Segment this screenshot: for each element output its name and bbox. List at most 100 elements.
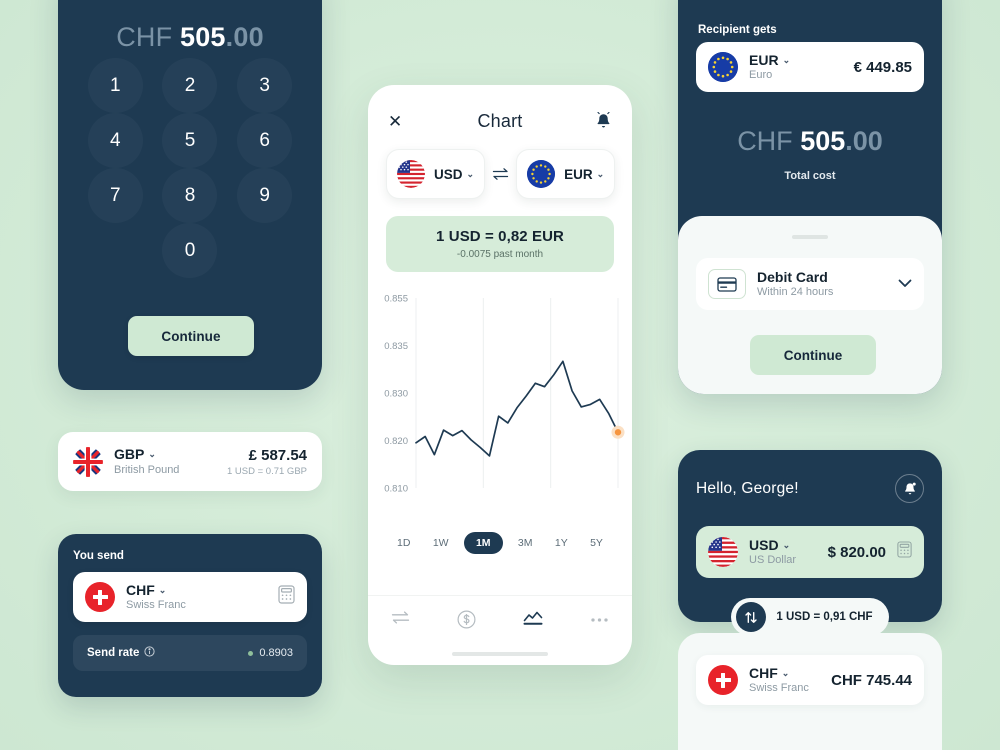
usd-code[interactable]: USD ⌄ bbox=[749, 537, 796, 554]
amount-integer: 505 bbox=[180, 22, 226, 52]
svg-text:0.830: 0.830 bbox=[384, 389, 408, 400]
keypad-key-9[interactable]: 9 bbox=[227, 168, 302, 223]
chf-code[interactable]: CHF ⌄ bbox=[126, 582, 186, 599]
chart-header: ✕ Chart bbox=[368, 95, 632, 147]
usa-flag-icon bbox=[708, 537, 738, 567]
send-rate-label-group: Send rate bbox=[87, 646, 156, 660]
from-code-label: USD bbox=[434, 166, 463, 182]
chevron-down-icon[interactable]: ⌄ bbox=[467, 169, 475, 180]
range-1y[interactable]: 1Y bbox=[548, 532, 575, 554]
keypad-key-5[interactable]: 5 bbox=[153, 113, 228, 168]
chf-currency-selector[interactable]: CHF ⌄ Swiss Franc bbox=[73, 572, 307, 622]
switzerland-flag-icon bbox=[708, 665, 738, 695]
swap-horizontal-icon[interactable] bbox=[492, 167, 509, 181]
recipient-currency-card[interactable]: EUR ⌄ Euro € 449.85 bbox=[696, 42, 924, 92]
more-dots-icon[interactable] bbox=[590, 610, 609, 628]
from-currency-code: USD ⌄ bbox=[434, 167, 474, 182]
keypad-key-4[interactable]: 4 bbox=[78, 113, 153, 168]
info-icon[interactable] bbox=[144, 646, 156, 660]
gbp-rate: 1 USD = 0.71 GBP bbox=[227, 465, 307, 477]
keypad-key-2[interactable]: 2 bbox=[153, 58, 228, 113]
chart-line-series bbox=[415, 360, 619, 457]
chf-currency-card[interactable]: CHF ⌄ Swiss Franc CHF 745.44 bbox=[696, 655, 924, 705]
send-rate-row[interactable]: Send rate 0.8903 bbox=[73, 635, 307, 671]
range-1d[interactable]: 1D bbox=[390, 532, 417, 554]
chevron-down-icon[interactable]: ⌄ bbox=[782, 668, 790, 679]
status-dot-icon bbox=[248, 650, 254, 656]
chf2-code[interactable]: CHF ⌄ bbox=[749, 665, 809, 682]
payment-method-selector[interactable]: Debit Card Within 24 hours bbox=[696, 258, 924, 310]
calculator-icon[interactable] bbox=[897, 541, 912, 563]
chevron-down-icon[interactable]: ⌄ bbox=[597, 169, 605, 180]
swap-vertical-icon[interactable] bbox=[736, 602, 767, 632]
to-currency-selector[interactable]: EUR ⌄ bbox=[516, 149, 616, 199]
range-1w[interactable]: 1W bbox=[426, 532, 456, 554]
usd-currency-card[interactable]: USD ⌄ US Dollar $ 820.00 bbox=[696, 526, 924, 578]
eu-flag-icon bbox=[708, 52, 738, 82]
to-code-label: EUR bbox=[564, 166, 593, 182]
exchange-rate-pill-wrap: 1 USD = 0,91 CHF bbox=[678, 598, 942, 636]
dollar-circle-icon[interactable] bbox=[457, 610, 476, 634]
gbp-values: £ 587.54 1 USD = 0.71 GBP bbox=[227, 447, 307, 477]
home-indicator bbox=[452, 652, 548, 656]
you-send-panel: You send CHF ⌄ Swiss Franc Send rate 0.8… bbox=[58, 534, 322, 697]
chf-code-label: CHF bbox=[126, 581, 155, 598]
from-currency-selector[interactable]: USD ⌄ bbox=[386, 149, 486, 199]
send-confirmation-screen: Recipient gets EUR ⌄ Euro € 449.85 CHF 5… bbox=[678, 0, 942, 394]
greeting-text: Hello, George! bbox=[696, 479, 799, 497]
chart-gridlines bbox=[415, 298, 619, 488]
payment-method-subtitle: Within 24 hours bbox=[757, 286, 834, 299]
range-3m[interactable]: 3M bbox=[511, 532, 540, 554]
chf2-code-label: CHF bbox=[749, 664, 778, 681]
chart-canvas: 0.855 0.835 0.830 0.820 0.810 bbox=[384, 294, 625, 495]
recipient-gets-label: Recipient gets bbox=[698, 24, 777, 36]
continue-button[interactable]: Continue bbox=[750, 335, 876, 375]
exchange-rate-pill[interactable]: 1 USD = 0,91 CHF bbox=[731, 598, 889, 636]
y-axis-ticks: 0.855 0.835 0.830 0.820 0.810 bbox=[384, 294, 408, 495]
gbp-currency-card[interactable]: GBP ⌄ British Pound £ 587.54 1 USD = 0.7… bbox=[58, 432, 322, 491]
range-1m[interactable]: 1M bbox=[463, 532, 503, 554]
transfer-icon[interactable] bbox=[391, 610, 410, 630]
you-send-label: You send bbox=[73, 550, 124, 562]
calculator-icon[interactable] bbox=[278, 585, 295, 609]
keypad-key-3[interactable]: 3 bbox=[227, 58, 302, 113]
bottom-navigation bbox=[368, 595, 632, 665]
svg-text:0.810: 0.810 bbox=[384, 484, 408, 495]
keypad-key-8[interactable]: 8 bbox=[153, 168, 228, 223]
amount-display: CHF 505.00 bbox=[58, 22, 322, 53]
close-icon[interactable]: ✕ bbox=[388, 113, 406, 130]
range-5y[interactable]: 5Y bbox=[583, 532, 610, 554]
bell-icon[interactable] bbox=[594, 112, 612, 130]
eur-text-block: EUR ⌄ Euro bbox=[749, 52, 790, 82]
rate-main-text: 1 USD = 0,82 EUR bbox=[436, 228, 564, 245]
to-currency-code: EUR ⌄ bbox=[564, 167, 604, 182]
chevron-down-icon[interactable]: ⌄ bbox=[783, 55, 791, 66]
rate-sub-text: -0.0075 past month bbox=[456, 249, 544, 260]
continue-button[interactable]: Continue bbox=[128, 316, 254, 356]
chevron-down-icon[interactable]: ⌄ bbox=[783, 540, 791, 551]
eur-code[interactable]: EUR ⌄ bbox=[749, 52, 790, 69]
chf2-text-block: CHF ⌄ Swiss Franc bbox=[749, 665, 809, 695]
total-amount-display: CHF 505.00 bbox=[678, 126, 942, 157]
keypad-key-1[interactable]: 1 bbox=[78, 58, 153, 113]
keypad-key-0[interactable]: 0 bbox=[153, 223, 228, 278]
chevron-down-icon[interactable] bbox=[898, 275, 912, 293]
keypad-key-7[interactable]: 7 bbox=[78, 168, 153, 223]
chevron-down-icon[interactable]: ⌄ bbox=[159, 585, 167, 596]
chart-line-icon[interactable] bbox=[523, 610, 543, 631]
chf-name: Swiss Franc bbox=[126, 599, 186, 612]
gbp-name: British Pound bbox=[114, 463, 180, 476]
keypad-key-6[interactable]: 6 bbox=[227, 113, 302, 168]
total-currency: CHF bbox=[737, 126, 793, 156]
chevron-down-icon[interactable]: ⌄ bbox=[148, 449, 156, 460]
eu-flag-icon bbox=[527, 160, 556, 188]
switzerland-flag-icon bbox=[85, 582, 115, 612]
amount-currency: CHF bbox=[116, 22, 173, 52]
gbp-code-label: GBP bbox=[114, 446, 145, 463]
sheet-grab-handle[interactable] bbox=[792, 235, 828, 239]
bell-notification-icon[interactable] bbox=[895, 474, 924, 503]
gbp-code[interactable]: GBP ⌄ bbox=[114, 446, 179, 463]
chart-end-marker bbox=[614, 429, 622, 436]
uk-flag-icon bbox=[73, 446, 103, 477]
rate-banner: 1 USD = 0,82 EUR -0.0075 past month bbox=[386, 216, 614, 272]
